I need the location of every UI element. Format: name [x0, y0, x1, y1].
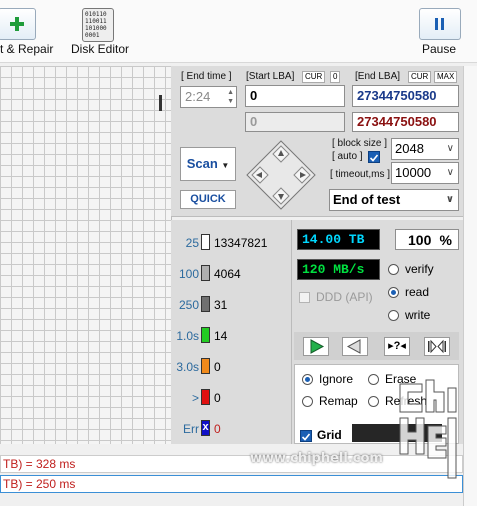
- disk-editor-button[interactable]: 010110 110011 101000 0001 Disk Editor: [70, 4, 130, 60]
- timeout-select[interactable]: 10000 ∨: [391, 162, 459, 184]
- block-map-grid: [0, 66, 172, 444]
- size-display: 14.00 TB: [297, 229, 380, 250]
- verify-radio[interactable]: [388, 264, 399, 275]
- stat-label: Err: [183, 422, 199, 436]
- grid-checkbox[interactable]: [300, 430, 312, 442]
- start-lba-field[interactable]: 0: [245, 85, 345, 107]
- stop-end-icon: [428, 339, 446, 354]
- chevron-down-icon: ∨: [446, 167, 454, 178]
- stat-count: 31: [214, 298, 228, 312]
- grid-label: Grid: [317, 428, 342, 442]
- right-edge-strip: [463, 66, 477, 506]
- auto-label: [ auto ]: [332, 151, 363, 162]
- start-lba-label: [Start LBA]: [246, 71, 295, 82]
- refresh-radio[interactable]: [368, 396, 379, 407]
- stat-count: 0: [214, 422, 221, 436]
- ignore-label: Ignore: [319, 372, 354, 386]
- write-radio[interactable]: [388, 310, 399, 321]
- disk-editor-label: Disk Editor: [71, 42, 130, 56]
- stat-count: 4064: [214, 267, 241, 281]
- pause-label: Pause: [422, 42, 457, 56]
- stat-color-swatch: [201, 358, 210, 374]
- watermark-logo: [396, 378, 462, 490]
- read-radio[interactable]: [388, 287, 399, 298]
- stat-label: 250: [178, 298, 199, 312]
- start-lba-current-field: 0: [245, 112, 345, 132]
- disk-editor-icon: 010110 110011 101000 0001: [82, 8, 114, 42]
- end-action-select[interactable]: End of test ∨: [329, 189, 459, 211]
- jump-button[interactable]: ▸?◂: [384, 337, 410, 356]
- stat-count: 14: [214, 329, 228, 343]
- reverse-button[interactable]: [342, 337, 368, 356]
- stat-count: 13347821: [214, 236, 268, 250]
- scan-button[interactable]: Scan ▼: [180, 147, 236, 181]
- watermark-site: www.chiphell.com: [250, 451, 383, 466]
- timeout-label: [ timeout,ms ]: [330, 169, 391, 180]
- percent-display: 100 %: [395, 229, 459, 250]
- read-label: read: [405, 285, 430, 299]
- write-label: write: [405, 308, 431, 322]
- end-time-spinner[interactable]: ▲ ▼: [227, 88, 234, 106]
- plus-icon: [8, 15, 26, 33]
- end-time-label: [ End time ]: [181, 71, 232, 82]
- block-size-label: [ block size ]: [332, 138, 388, 149]
- stats-divider: [291, 220, 292, 444]
- chevron-down-icon: ∨: [446, 143, 454, 154]
- ignore-radio[interactable]: [302, 374, 313, 385]
- pause-button[interactable]: [419, 8, 461, 40]
- verify-label: verify: [405, 262, 434, 276]
- stat-label: 1.0s: [176, 329, 199, 343]
- test-repair-label: t & Repair: [0, 42, 54, 56]
- stat-color-swatch: x: [201, 420, 210, 436]
- stat-color-swatch: [201, 389, 210, 405]
- log-line-selected[interactable]: TB) = 250 ms: [0, 475, 463, 493]
- reverse-icon: [346, 339, 361, 354]
- erase-radio[interactable]: [368, 374, 379, 385]
- play-button[interactable]: [303, 337, 329, 356]
- auto-checkbox[interactable]: [368, 151, 380, 163]
- chevron-down-icon: ∨: [445, 194, 454, 205]
- end-cur-button[interactable]: CUR: [408, 71, 432, 83]
- play-icon: [310, 339, 325, 354]
- error-x-icon: x: [202, 421, 209, 433]
- stat-color-swatch: [201, 265, 210, 281]
- quick-button[interactable]: QUICK: [180, 190, 236, 209]
- stat-color-swatch: [201, 234, 210, 250]
- stat-color-swatch: [201, 327, 210, 343]
- ddd-label: DDD (API): [316, 290, 373, 304]
- stat-label: >: [191, 391, 199, 405]
- stat-label: 25: [185, 236, 199, 250]
- stat-label: 100: [178, 267, 199, 281]
- pause-icon: [434, 18, 446, 30]
- speed-display: 120 MB/s: [297, 259, 380, 280]
- block-size-select[interactable]: 2048 ∨: [391, 138, 459, 160]
- ddd-checkbox[interactable]: [299, 292, 310, 303]
- end-button[interactable]: [424, 337, 450, 356]
- end-lba-label: [End LBA]: [355, 71, 401, 82]
- remap-radio[interactable]: [302, 396, 313, 407]
- start-cur-value: 0: [330, 71, 341, 83]
- end-lba-field[interactable]: 27344750580: [352, 85, 459, 107]
- jump-icon: ▸?◂: [388, 340, 406, 352]
- log-line: TB) = 328 ms: [0, 455, 463, 473]
- stat-count: 0: [214, 360, 221, 374]
- stat-count: 0: [214, 391, 221, 405]
- stat-label: 3.0s: [176, 360, 199, 374]
- stat-color-swatch: [201, 296, 210, 312]
- end-lba-current-field: 27344750580: [352, 112, 459, 132]
- dropdown-arrow-icon: ▼: [221, 161, 230, 170]
- test-repair-button[interactable]: [0, 8, 36, 40]
- navigation-diamond[interactable]: [246, 140, 316, 210]
- remap-label: Remap: [319, 394, 358, 408]
- start-cur-button[interactable]: CUR: [302, 71, 326, 83]
- grid-scroll-thumb[interactable]: [159, 95, 162, 111]
- end-time-field[interactable]: 2:24 ▲ ▼: [180, 86, 237, 108]
- end-max-button[interactable]: MAX: [434, 71, 458, 83]
